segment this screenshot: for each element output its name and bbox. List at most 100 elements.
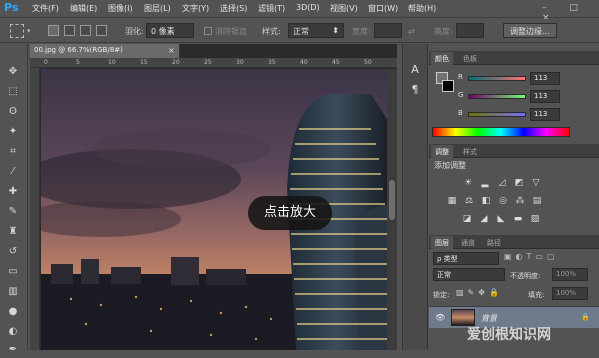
brightness-icon[interactable]: ☀ xyxy=(462,177,474,189)
width-label: 宽度: xyxy=(352,27,371,36)
channel-mixer-icon[interactable]: ⁂ xyxy=(514,195,526,207)
photo-filter-icon[interactable]: ◎ xyxy=(497,195,509,207)
menu-type[interactable]: 文字(Y) xyxy=(182,3,209,14)
gradient-map-icon[interactable]: ▬ xyxy=(512,213,524,225)
layer-filter-icons[interactable]: ▣◐T▭▢ xyxy=(504,252,570,265)
tab-color[interactable]: 颜色 xyxy=(431,52,453,65)
tools-panel: ✥ ⬚ ʘ ✦ ⌗ ⁄ ✚ ✎ ♜ ↺ ▭ ▥ ● ◐ ✒ xyxy=(0,44,28,355)
ruler-tick-label: 15 xyxy=(140,59,148,66)
width-input[interactable] xyxy=(374,23,402,38)
healing-brush-tool-icon[interactable]: ✚ xyxy=(5,184,21,200)
antialias-label: 消除锯齿 xyxy=(215,27,247,36)
menu-filter[interactable]: 滤镜(T) xyxy=(258,3,285,14)
crop-tool-icon[interactable]: ⌗ xyxy=(5,144,21,160)
brush-tool-icon[interactable]: ✎ xyxy=(5,204,21,220)
eraser-tool-icon[interactable]: ▭ xyxy=(5,264,21,280)
menu-bar: Ps 文件(F) 编辑(E) 图像(I) 图层(L) 文字(Y) 选择(S) 滤… xyxy=(0,0,599,23)
history-brush-tool-icon[interactable]: ↺ xyxy=(5,244,21,260)
selective-color-icon[interactable]: ▧ xyxy=(529,213,541,225)
menu-select[interactable]: 选择(S) xyxy=(220,3,247,14)
red-value-input[interactable]: 113 xyxy=(530,72,560,85)
tab-swatches[interactable]: 色板 xyxy=(459,52,481,65)
dodge-tool-icon[interactable]: ◐ xyxy=(5,324,21,340)
blend-mode-select[interactable]: 正常 xyxy=(433,268,505,281)
layer-name: 背景 xyxy=(481,314,497,323)
tab-styles[interactable]: 样式 xyxy=(459,145,481,158)
red-slider[interactable] xyxy=(468,76,526,81)
magic-wand-tool-icon[interactable]: ✦ xyxy=(5,124,21,140)
window-controls[interactable]: – □ × xyxy=(542,3,592,23)
clone-stamp-tool-icon[interactable]: ♜ xyxy=(5,224,21,240)
blue-value-input[interactable]: 113 xyxy=(530,108,560,121)
threshold-icon[interactable]: ◣ xyxy=(495,213,507,225)
swap-icon[interactable]: ⇄ xyxy=(408,27,415,36)
style-label: 样式: xyxy=(262,27,281,36)
scrollbar-thumb[interactable] xyxy=(389,180,395,220)
exposure-icon[interactable]: ◩ xyxy=(513,177,525,189)
curves-icon[interactable]: ◿ xyxy=(496,177,508,189)
hue-saturation-icon[interactable]: ▦ xyxy=(446,195,458,207)
city-photo xyxy=(41,69,387,350)
antialias-checkbox[interactable] xyxy=(204,27,212,35)
menu-image[interactable]: 图像(I) xyxy=(108,3,133,14)
levels-icon[interactable]: ▂ xyxy=(479,177,491,189)
menu-help[interactable]: 帮助(H) xyxy=(408,3,436,14)
ruler-tick-label: 0 xyxy=(44,59,48,66)
black-white-icon[interactable]: ◧ xyxy=(480,195,492,207)
new-selection-icon[interactable] xyxy=(48,25,59,36)
fill-input[interactable]: 100% xyxy=(552,287,588,300)
gradient-tool-icon[interactable]: ▥ xyxy=(5,284,21,300)
green-value-input[interactable]: 113 xyxy=(530,90,560,103)
background-color-swatch[interactable] xyxy=(442,80,454,92)
intersect-selection-icon[interactable] xyxy=(96,25,107,36)
opacity-input[interactable]: 100% xyxy=(552,268,588,281)
layer-kind-filter[interactable]: ρ 类型 xyxy=(433,252,499,265)
move-tool-icon[interactable]: ✥ xyxy=(5,64,21,80)
color-lookup-icon[interactable]: ▤ xyxy=(531,195,543,207)
character-panel-icon[interactable]: A xyxy=(407,62,423,78)
blur-tool-icon[interactable]: ● xyxy=(5,304,21,320)
color-panel-tabs: 颜色 色板 xyxy=(429,51,599,65)
pen-tool-icon[interactable]: ✒ xyxy=(5,342,21,358)
ruler-tick-label: 10 xyxy=(108,59,116,66)
menu-edit[interactable]: 编辑(E) xyxy=(70,3,97,14)
paragraph-panel-icon[interactable]: ¶ xyxy=(407,82,423,98)
vibrance-icon[interactable]: ▽ xyxy=(530,177,542,189)
marquee-tool-preset-icon[interactable] xyxy=(10,24,24,38)
blue-slider[interactable] xyxy=(468,112,526,117)
ruler-tick-label: 35 xyxy=(268,59,276,66)
height-label: 高度: xyxy=(434,27,453,36)
style-select[interactable]: 正常 ⬍ xyxy=(288,23,344,38)
menu-layer[interactable]: 图层(L) xyxy=(144,3,171,14)
subtract-selection-icon[interactable] xyxy=(80,25,91,36)
close-icon[interactable]: × xyxy=(168,46,175,55)
color-spectrum-bar[interactable] xyxy=(432,127,570,137)
menu-window[interactable]: 窗口(W) xyxy=(368,3,398,14)
feather-input[interactable]: 0 像素 xyxy=(146,23,194,38)
color-balance-icon[interactable]: ⚖ xyxy=(463,195,475,207)
menu-view[interactable]: 视图(V) xyxy=(330,3,358,14)
tab-layers[interactable]: 图层 xyxy=(431,236,453,249)
tab-adjustments[interactable]: 调整 xyxy=(431,145,453,158)
ruler-tick-label: 40 xyxy=(300,59,308,66)
invert-icon[interactable]: ◪ xyxy=(461,213,473,225)
tab-paths[interactable]: 路径 xyxy=(483,236,505,249)
adjustments-panel-tabs: 调整 样式 xyxy=(429,144,599,158)
eyedropper-tool-icon[interactable]: ⁄ xyxy=(5,164,21,180)
image-canvas[interactable] xyxy=(41,69,387,350)
height-input[interactable] xyxy=(456,23,484,38)
add-selection-icon[interactable] xyxy=(64,25,75,36)
refine-edge-button[interactable]: 调整边缘... xyxy=(503,23,557,38)
posterize-icon[interactable]: ◢ xyxy=(478,213,490,225)
preset-dropdown-icon[interactable]: ▾ xyxy=(27,27,31,35)
marquee-tool-icon[interactable]: ⬚ xyxy=(5,84,21,100)
menu-file[interactable]: 文件(F) xyxy=(32,3,59,14)
tab-channels[interactable]: 通道 xyxy=(457,236,479,249)
document-tab[interactable]: 00.jpg @ 66.7%(RGB/8#) xyxy=(30,44,180,58)
zoom-tooltip[interactable]: 点击放大 xyxy=(248,196,332,230)
lock-icons[interactable]: ▨✎✥🔒 xyxy=(456,288,503,297)
visibility-eye-icon[interactable]: 👁 xyxy=(435,313,445,322)
lasso-tool-icon[interactable]: ʘ xyxy=(5,104,21,120)
green-slider[interactable] xyxy=(468,94,526,99)
menu-3d[interactable]: 3D(D) xyxy=(296,3,320,12)
